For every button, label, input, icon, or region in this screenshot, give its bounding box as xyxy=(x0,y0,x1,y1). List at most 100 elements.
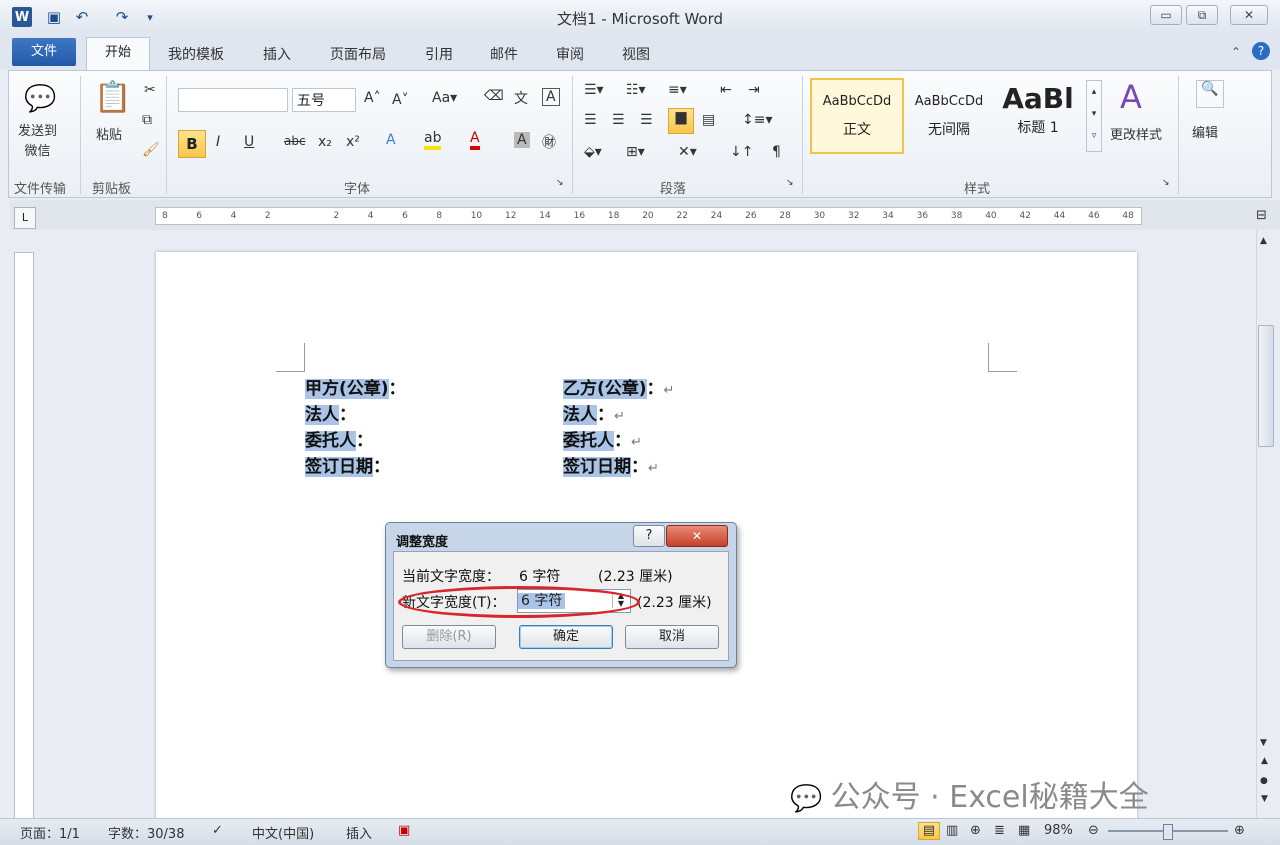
align-left-icon[interactable]: ☰ xyxy=(584,112,597,128)
format-painter-icon[interactable]: 🖌 xyxy=(142,142,160,158)
copy-icon[interactable]: ⧉ xyxy=(142,112,152,128)
browse-object-icon[interactable]: ● xyxy=(1260,776,1268,786)
line-spacing-icon[interactable]: ↕≡▾ xyxy=(742,112,773,128)
change-styles-icon[interactable]: A xyxy=(1120,78,1142,116)
page-count[interactable]: 页面：1/1 xyxy=(20,823,80,842)
enclose-char-icon[interactable]: ㊖ xyxy=(542,132,556,152)
tab-file[interactable]: 文件 xyxy=(12,38,76,66)
horizontal-ruler[interactable]: 8 6 4 2 2 4 6 8 10 12 14 16 18 20 22 24 26 28 30 32 34 36 38 40… xyxy=(155,207,1142,225)
find-icon[interactable]: 🔍 xyxy=(1196,80,1224,108)
edit-button[interactable]: 编辑 xyxy=(1192,122,1218,141)
wechat-icon[interactable]: 💬 xyxy=(24,84,56,114)
doc-line-agent-a[interactable]: 委托人： xyxy=(305,426,373,451)
doc-line-legal-a[interactable]: 法人： xyxy=(305,400,356,425)
scroll-down-icon[interactable]: ▼ xyxy=(1260,738,1267,748)
word-count[interactable]: 字数：30/38 xyxy=(108,823,184,842)
scroll-up-icon[interactable]: ▲ xyxy=(1260,236,1267,246)
char-border-icon[interactable]: A xyxy=(542,88,560,106)
decrease-indent-icon[interactable]: ⇤ xyxy=(720,82,732,98)
tab-references[interactable]: 引用 xyxy=(425,44,453,64)
doc-line-party-a[interactable]: 甲方(公章)： xyxy=(305,374,406,399)
cancel-button[interactable]: 取消 xyxy=(625,625,719,649)
tab-review[interactable]: 审阅 xyxy=(556,44,584,64)
align-center-icon[interactable]: ☰ xyxy=(612,112,625,128)
prev-page-icon[interactable]: ▲ xyxy=(1261,756,1268,766)
shading-icon[interactable]: ⬙▾ xyxy=(584,144,602,160)
font-size-combo[interactable]: 五号 xyxy=(292,88,356,112)
show-marks-icon[interactable]: ¶ xyxy=(772,144,781,160)
clear-format-icon[interactable]: ⌫ xyxy=(484,88,504,104)
zoom-out-icon[interactable]: ⊖ xyxy=(1088,823,1099,838)
cut-icon[interactable]: ✂ xyxy=(144,82,156,98)
styles-dialog-launcher-icon[interactable]: ↘ xyxy=(1162,178,1170,188)
grow-font-icon[interactable]: A˄ xyxy=(364,90,381,106)
web-layout-view-icon[interactable]: ⊕ xyxy=(970,823,981,838)
font-color-icon[interactable]: A xyxy=(470,130,480,150)
tab-mailings[interactable]: 邮件 xyxy=(490,44,518,64)
tab-view[interactable]: 视图 xyxy=(622,44,650,64)
change-styles-button[interactable]: 更改样式 xyxy=(1110,124,1162,143)
distribute-icon[interactable]: ▤ xyxy=(702,112,715,128)
shrink-font-icon[interactable]: A˅ xyxy=(392,92,409,108)
increase-indent-icon[interactable]: ⇥ xyxy=(748,82,760,98)
paste-icon[interactable]: 📋 xyxy=(94,80,131,115)
bold-button[interactable]: B xyxy=(178,130,206,158)
strikethrough-button[interactable]: abc xyxy=(284,134,306,148)
numbering-icon[interactable]: ☷▾ xyxy=(626,82,646,98)
send-to-wechat-button[interactable]: 发送到 微信 xyxy=(18,122,57,162)
close-button[interactable]: ✕ xyxy=(1230,5,1268,25)
tab-insert[interactable]: 插入 xyxy=(263,44,291,64)
vertical-scrollbar[interactable] xyxy=(1256,230,1277,820)
styles-scroll-icon[interactable]: ▴ ▾ ▿ xyxy=(1086,80,1102,152)
sort-icon[interactable]: ↓↑ xyxy=(730,144,753,160)
outline-view-icon[interactable]: ≣ xyxy=(994,823,1005,838)
text-effects-icon[interactable]: A xyxy=(386,132,396,148)
superscript-button[interactable]: x² xyxy=(346,134,360,150)
change-case-icon[interactable]: Aa▾ xyxy=(432,90,457,106)
dialog-help-button[interactable]: ? xyxy=(633,525,665,547)
zoom-level[interactable]: 98% xyxy=(1044,823,1073,838)
doc-line-legal-b[interactable]: 法人：↵ xyxy=(563,400,625,425)
style-normal[interactable]: AaBbCcDd 正文 xyxy=(810,78,904,154)
minimize-button[interactable]: ▭ xyxy=(1150,5,1182,25)
minimize-ribbon-icon[interactable]: ⌃ xyxy=(1226,42,1246,62)
chinese-layout-icon[interactable]: ✕▾ xyxy=(678,144,697,160)
style-heading-1[interactable]: AaBl 标题 1 xyxy=(996,78,1080,150)
bullets-icon[interactable]: ☰▾ xyxy=(584,82,604,98)
doc-line-date-b[interactable]: 签订日期：↵ xyxy=(563,452,659,477)
justify-icon[interactable]: ▆ xyxy=(668,108,694,134)
proofing-icon[interactable]: ✓ xyxy=(212,823,223,838)
language[interactable]: 中文(中国) xyxy=(252,823,314,842)
tab-selector-icon[interactable]: L xyxy=(14,207,36,229)
zoom-slider-thumb[interactable] xyxy=(1163,824,1173,840)
underline-button[interactable]: U xyxy=(244,134,254,150)
restore-button[interactable]: ⧉ xyxy=(1186,5,1218,25)
font-dialog-launcher-icon[interactable]: ↘ xyxy=(556,178,564,188)
tab-page-layout[interactable]: 页面布局 xyxy=(330,44,386,64)
full-screen-view-icon[interactable]: ▥ xyxy=(946,823,958,838)
subscript-button[interactable]: x₂ xyxy=(318,134,332,150)
zoom-in-icon[interactable]: ⊕ xyxy=(1234,823,1245,838)
help-icon[interactable]: ? xyxy=(1252,42,1270,60)
phonetic-guide-icon[interactable]: 文 xyxy=(514,88,528,108)
doc-line-party-b[interactable]: 乙方(公章)：↵ xyxy=(563,374,674,399)
paragraph-dialog-launcher-icon[interactable]: ↘ xyxy=(786,178,794,188)
char-shading-icon[interactable]: A xyxy=(514,132,530,148)
align-right-icon[interactable]: ☰ xyxy=(640,112,653,128)
delete-button[interactable]: 删除(R) xyxy=(402,625,496,649)
borders-icon[interactable]: ⊞▾ xyxy=(626,144,645,160)
italic-button[interactable]: I xyxy=(216,134,220,150)
paste-button[interactable]: 粘贴 xyxy=(96,124,122,143)
scrollbar-thumb[interactable] xyxy=(1258,325,1274,447)
print-layout-view-icon[interactable]: ▤ xyxy=(918,822,940,840)
ok-button[interactable]: 确定 xyxy=(519,625,613,649)
style-no-spacing[interactable]: AaBbCcDd 无间隔 xyxy=(904,78,994,150)
insert-mode[interactable]: 插入 xyxy=(346,823,372,842)
view-ruler-icon[interactable]: ⊟ xyxy=(1256,208,1267,223)
font-name-combo[interactable] xyxy=(178,88,288,112)
doc-line-agent-b[interactable]: 委托人：↵ xyxy=(563,426,642,451)
macro-record-icon[interactable]: ▣ xyxy=(398,823,410,838)
multilevel-list-icon[interactable]: ≡▾ xyxy=(668,82,687,98)
draft-view-icon[interactable]: ▦ xyxy=(1018,823,1030,838)
next-page-icon[interactable]: ▼ xyxy=(1261,794,1268,804)
